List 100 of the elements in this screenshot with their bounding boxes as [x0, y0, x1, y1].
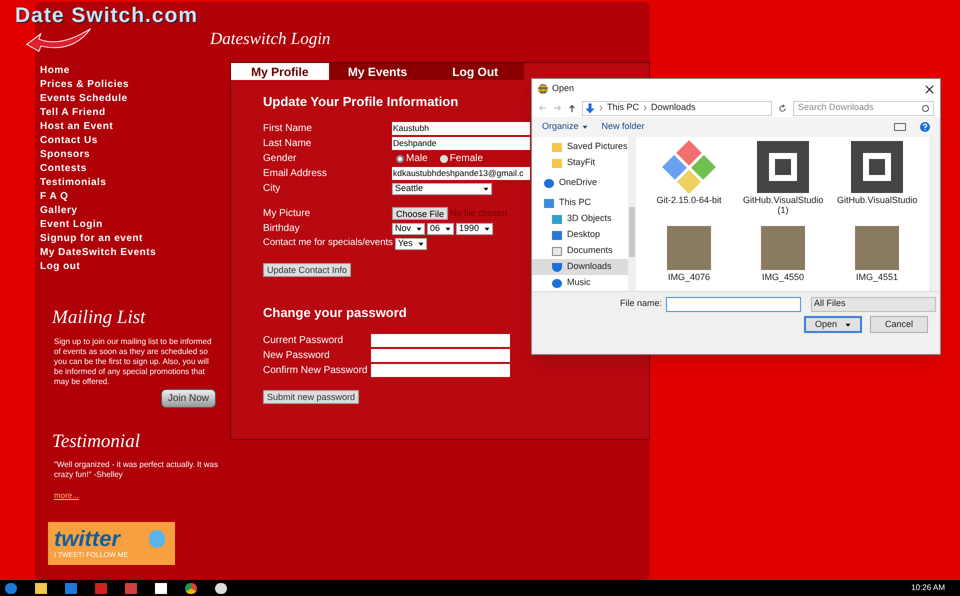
view-icon[interactable]: [894, 123, 906, 131]
search-field[interactable]: Search Downloads: [793, 100, 934, 116]
dialog-title: Open: [552, 82, 576, 96]
new-folder-button[interactable]: New folder: [602, 120, 880, 134]
select-field[interactable]: 1990: [456, 222, 494, 234]
chevron-icon: [643, 105, 648, 111]
update-button[interactable]: Update Contact Info: [263, 263, 352, 277]
field-label: Last Name: [263, 137, 312, 151]
select-field[interactable]: Nov: [392, 222, 426, 234]
nav-link[interactable]: Events Schedule: [40, 92, 220, 106]
file-item[interactable]: IMG_4551: [830, 226, 924, 291]
caret-icon: [418, 240, 424, 246]
more-link[interactable]: more...: [54, 490, 79, 502]
clock-time[interactable]: 10:26 AM: [911, 582, 945, 594]
radio-button[interactable]: [440, 154, 448, 162]
tree-item[interactable]: Desktop: [532, 227, 628, 243]
file-item[interactable]: Git-2.15.0-64-bit: [642, 141, 736, 224]
join-now-button[interactable]: Join Now: [160, 388, 216, 408]
nav-link[interactable]: Log out: [40, 260, 220, 274]
tree-item[interactable]: Saved Pictures: [532, 139, 628, 155]
nav-link[interactable]: Gallery: [40, 204, 220, 218]
radio-button[interactable]: [396, 154, 404, 162]
chrome-icon: [538, 84, 548, 94]
documents-icon: [552, 246, 562, 256]
chrome-icon[interactable]: [185, 582, 197, 594]
caret-icon: [582, 124, 588, 130]
nav-link[interactable]: Contact Us: [40, 134, 220, 148]
nav-link[interactable]: Home: [40, 64, 220, 78]
section-title: Mailing List: [52, 306, 147, 330]
address-bar[interactable]: This PC Downloads: [582, 100, 772, 116]
field-label: Birthday: [263, 222, 301, 236]
file-name-field[interactable]: [666, 296, 802, 312]
nav-link[interactable]: Sponsors: [40, 148, 220, 162]
tree-item[interactable]: Music: [532, 275, 628, 291]
section-title: Testimonial: [52, 430, 141, 454]
twitter-logo: twitter: [54, 528, 120, 550]
text-field[interactable]: Deshpande: [392, 137, 530, 150]
section-heading: Change your password: [263, 304, 407, 322]
file-item[interactable]: IMG_4550: [736, 226, 830, 291]
field-label: Email Address: [263, 167, 328, 181]
tree-item[interactable]: Downloads: [532, 259, 628, 275]
tree-item[interactable]: StayFit: [532, 155, 628, 171]
git-logo-icon: [662, 140, 716, 194]
file-item[interactable]: IMG_4076: [642, 226, 736, 291]
section-heading: Update Your Profile Information: [263, 92, 458, 111]
file-name-label: File name:: [620, 297, 662, 310]
nav-link[interactable]: Tell A Friend: [40, 106, 220, 120]
radio-label: Female: [450, 152, 484, 166]
select-field[interactable]: Yes: [394, 238, 427, 250]
password-field[interactable]: [371, 364, 510, 376]
chevron-icon: [599, 105, 603, 111]
help-icon[interactable]: [920, 122, 930, 132]
app-tile-icon[interactable]: [95, 582, 107, 594]
tree-item[interactable]: Documents: [532, 243, 628, 259]
tree-item[interactable]: This PC: [532, 195, 628, 211]
select-field[interactable]: 06: [427, 222, 454, 234]
field-label: New Password: [263, 348, 331, 362]
nav-link[interactable]: Prices & Policies: [40, 78, 220, 92]
text-field[interactable]: kdkaustubhdeshpande13@gmail.c: [392, 167, 530, 180]
square-logo-icon: [757, 141, 809, 193]
cancel-button[interactable]: Cancel: [870, 316, 928, 333]
file-status: No file chosen: [450, 206, 508, 220]
choose-file-button[interactable]: Choose File: [392, 207, 448, 220]
nav-link[interactable]: Event Login: [40, 218, 220, 232]
tab[interactable]: My Profile: [231, 62, 329, 80]
caret-icon: [445, 226, 452, 232]
app-tile-icon[interactable]: [65, 582, 77, 594]
submit-button[interactable]: Submit new password: [263, 390, 360, 404]
text-field[interactable]: Kaustubh: [392, 122, 530, 135]
nav-link[interactable]: My DateSwitch Events: [40, 246, 220, 260]
radio-label: Male: [406, 152, 428, 166]
file-type-select[interactable]: All Files: [811, 296, 936, 312]
breadcrumb[interactable]: Downloads: [651, 101, 696, 115]
breadcrumb[interactable]: This PC: [607, 101, 640, 115]
open-button[interactable]: Open: [804, 316, 862, 333]
nav-link[interactable]: Host an Event: [40, 120, 220, 134]
select-field[interactable]: Seattle: [392, 182, 492, 194]
file-item[interactable]: GitHub.VisualStudio (1): [736, 141, 830, 224]
organize-menu[interactable]: Organize: [542, 120, 588, 134]
field-label: City: [263, 182, 282, 196]
up-arrow-icon[interactable]: [568, 104, 576, 112]
password-field[interactable]: [371, 334, 510, 346]
photo-placeholder: [667, 226, 711, 270]
field-label: Gender: [263, 152, 298, 166]
photo-placeholder: [855, 226, 899, 270]
scrollbar-thumb[interactable]: [629, 207, 635, 257]
nav-link[interactable]: Signup for an event: [40, 232, 220, 246]
refresh-icon[interactable]: [778, 104, 787, 112]
testimonial-quote: "Well organized - it was perfect actually. It was crazy fun!" -Shelley: [54, 460, 219, 480]
tree-item[interactable]: OneDrive: [532, 175, 628, 191]
tree-item[interactable]: 3D Objects: [532, 211, 628, 227]
nav-link[interactable]: Contests: [40, 162, 220, 176]
password-field[interactable]: [371, 348, 510, 362]
file-item[interactable]: GitHub.VisualStudio: [830, 141, 924, 224]
nav-link[interactable]: Testimonials: [40, 176, 220, 190]
close-icon[interactable]: [925, 84, 934, 94]
nav-link[interactable]: F A Q: [40, 190, 220, 204]
field-label: Confirm New Password: [263, 364, 368, 378]
field-label: Contact me for specials/events: [263, 236, 394, 250]
scrollbar-track[interactable]: [930, 137, 940, 291]
